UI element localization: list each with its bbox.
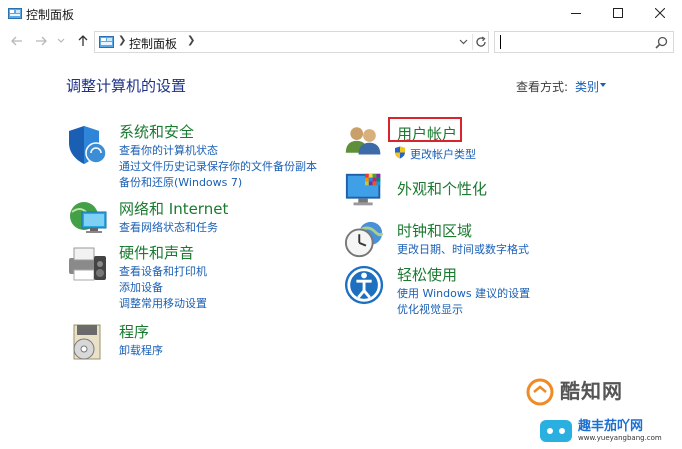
link-recommended-settings[interactable]: 使用 Windows 建议的设置 [397,285,530,301]
link-add-device[interactable]: 添加设备 [119,279,163,295]
printer-speaker-icon[interactable] [66,242,110,286]
text-caret [500,35,501,49]
recent-locations-button[interactable] [55,32,67,50]
link-file-history-backup[interactable]: 通过文件历史记录保存你的文件备份副本 [119,158,317,174]
user-accounts-icon[interactable] [344,120,384,160]
link-devices-printers[interactable]: 查看设备和打印机 [119,263,207,279]
category-programs: 程序 卸载程序 [66,321,326,365]
category-hardware-sound: 硬件和声音 查看设备和打印机 添加设备 调整常用移动设置 [66,242,326,312]
link-backup-restore[interactable]: 备份和还原(Windows 7) [119,174,242,190]
maximize-icon [613,8,623,18]
address-dropdown-button[interactable] [456,35,470,49]
link-optimize-display[interactable]: 优化视觉显示 [397,301,463,317]
category-title-network[interactable]: 网络和 Internet [119,198,228,219]
arrow-right-icon [36,36,47,46]
arrow-left-icon [11,36,22,46]
highlight-box [388,117,462,142]
watermark-brand: 酷知网 [560,379,623,403]
chevron-down-icon [459,39,467,45]
maximize-button[interactable] [598,0,638,26]
chevron-down-icon [57,38,65,43]
link-change-account-type[interactable]: 更改帐户类型 [410,146,476,162]
close-icon [655,8,665,18]
link-change-date-time[interactable]: 更改日期、时间或数字格式 [397,241,529,257]
control-panel-icon [8,8,22,19]
category-title-clock[interactable]: 时钟和区域 [397,220,472,241]
category-title-ease[interactable]: 轻松使用 [397,264,457,285]
category-title-appearance[interactable]: 外观和个性化 [397,178,487,199]
link-uninstall-program[interactable]: 卸载程序 [119,342,163,358]
breadcrumb-separator-icon[interactable]: ❯ [118,35,126,46]
refresh-icon [475,36,486,47]
arrow-up-icon [78,35,88,46]
search-box[interactable] [494,31,674,53]
watermark-site-name: 趣丰茄吖网 [578,419,644,434]
address-bar[interactable]: ❯ 控制面板 ❯ [94,31,489,53]
category-ease-of-access: 轻松使用 使用 Windows 建议的设置 优化视觉显示 [344,264,604,324]
close-button[interactable] [640,0,680,26]
category-title-programs[interactable]: 程序 [119,321,149,342]
main-content: 调整计算机的设置 查看方式: 类别 系统和安全 查看你的计算机状态 通过文件历史… [0,56,682,449]
shield-security-icon[interactable] [66,123,110,167]
control-panel-icon [99,36,114,48]
programs-disc-icon[interactable] [66,321,110,365]
ease-of-access-icon[interactable] [344,264,386,306]
view-by-dropdown[interactable]: 类别 [575,78,599,95]
category-network-internet: 网络和 Internet 查看网络状态和任务 [66,196,326,236]
view-by-label: 查看方式: [516,80,569,94]
breadcrumb-separator-icon[interactable]: ❯ [187,35,195,46]
category-user-accounts: 用户帐户 更改帐户类型 [344,120,604,164]
forward-button[interactable] [32,32,50,50]
network-globe-icon[interactable] [66,196,110,240]
chevron-down-icon[interactable] [600,83,606,87]
link-mobility-settings[interactable]: 调整常用移动设置 [119,295,207,311]
up-button[interactable] [74,32,92,50]
minimize-icon [571,13,581,14]
title-bar: 控制面板 [0,0,682,28]
monitor-color-icon[interactable] [344,170,386,212]
window-title: 控制面板 [26,8,75,22]
brand-logo-icon [526,378,554,406]
watermark-url: www.yueyangbang.com [578,434,662,442]
category-clock-region: 时钟和区域 更改日期、时间或数字格式 [344,218,604,262]
watermark: 酷知网 趣丰茄吖网 www.yueyangbang.com [520,370,682,449]
link-view-computer-status[interactable]: 查看你的计算机状态 [119,142,218,158]
link-view-network-status[interactable]: 查看网络状态和任务 [119,219,218,235]
category-title-system[interactable]: 系统和安全 [119,121,194,142]
refresh-button[interactable] [472,34,488,50]
search-icon[interactable] [655,36,668,49]
page-title: 调整计算机的设置 [66,77,187,95]
search-input[interactable] [498,34,648,50]
category-system-security: 系统和安全 查看你的计算机状态 通过文件历史记录保存你的文件备份副本 备份和还原… [66,121,326,191]
phone-logo-icon [540,420,572,442]
category-title-hardware[interactable]: 硬件和声音 [119,242,194,263]
back-button[interactable] [8,32,26,50]
breadcrumb-control-panel[interactable]: 控制面板 [129,35,177,52]
clock-globe-icon[interactable] [344,218,386,260]
minimize-button[interactable] [556,0,596,26]
navigation-bar: ❯ 控制面板 ❯ [0,28,682,56]
uac-shield-icon [395,146,405,159]
category-appearance: 外观和个性化 [344,170,604,214]
